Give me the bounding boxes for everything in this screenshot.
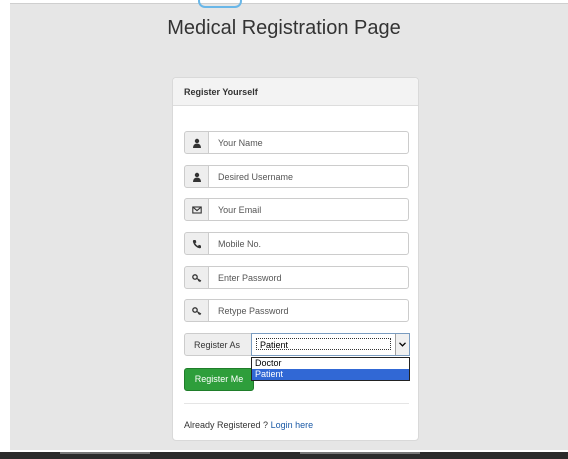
envelope-icon — [192, 206, 202, 214]
register-as-selected-value: Patient — [256, 338, 391, 350]
email-input-placeholder: Your Email — [218, 205, 262, 215]
username-field-addon — [184, 165, 209, 188]
register-as-select[interactable]: Patient — [251, 333, 410, 356]
name-field-group: Your Name — [184, 131, 409, 154]
top-edge — [0, 0, 568, 3]
mobile-field-addon — [184, 232, 209, 255]
email-field-group: Your Email — [184, 198, 409, 221]
register-as-label: Register As — [184, 333, 252, 356]
register-as-options-list: Doctor Patient — [251, 357, 410, 381]
divider — [184, 403, 409, 404]
email-input[interactable]: Your Email — [208, 198, 409, 221]
login-prompt-text: Already Registered ? — [184, 420, 269, 430]
username-field-group: Desired Username — [184, 165, 409, 188]
phone-icon — [192, 240, 201, 249]
key-icon — [192, 274, 202, 283]
password-input-placeholder: Enter Password — [218, 273, 282, 283]
panel-heading-text: Register Yourself — [184, 87, 258, 97]
retype-password-input-placeholder: Retype Password — [218, 306, 289, 316]
browser-viewport: Medical Registration Page Register Yours… — [0, 0, 568, 459]
username-input[interactable]: Desired Username — [208, 165, 409, 188]
page-title: Medical Registration Page — [167, 17, 401, 39]
email-field-addon — [184, 198, 209, 221]
option-doctor[interactable]: Doctor — [252, 358, 409, 369]
register-button[interactable]: Register Me — [184, 368, 254, 391]
option-patient[interactable]: Patient — [252, 369, 409, 380]
panel-heading: Register Yourself — [173, 78, 418, 106]
username-input-placeholder: Desired Username — [218, 172, 294, 182]
user-icon — [193, 138, 201, 148]
password-field-addon — [184, 266, 209, 289]
mobile-input[interactable]: Mobile No. — [208, 232, 409, 255]
bottom-bar-segment — [60, 452, 150, 454]
name-input[interactable]: Your Name — [208, 131, 409, 154]
mobile-input-placeholder: Mobile No. — [218, 239, 262, 249]
name-field-addon — [184, 131, 209, 154]
retype-password-field-addon — [184, 299, 209, 322]
register-as-label-text: Register As — [194, 340, 241, 350]
retype-password-input[interactable]: Retype Password — [208, 299, 409, 322]
name-input-placeholder: Your Name — [218, 138, 263, 148]
key-icon — [192, 307, 202, 316]
logo-fragment — [198, 0, 242, 8]
login-link[interactable]: Login here — [271, 420, 314, 430]
user-icon — [193, 172, 201, 182]
password-field-group: Enter Password — [184, 266, 409, 289]
bottom-bar-segment — [300, 452, 420, 454]
login-prompt: Already Registered ? Login here — [184, 420, 313, 430]
password-input[interactable]: Enter Password — [208, 266, 409, 289]
mobile-field-group: Mobile No. — [184, 232, 409, 255]
chevron-down-icon — [399, 342, 406, 347]
retype-password-field-group: Retype Password — [184, 299, 409, 322]
select-dropdown-button[interactable] — [395, 334, 409, 355]
registration-panel: Register Yourself Your Name Desired User… — [172, 77, 419, 441]
